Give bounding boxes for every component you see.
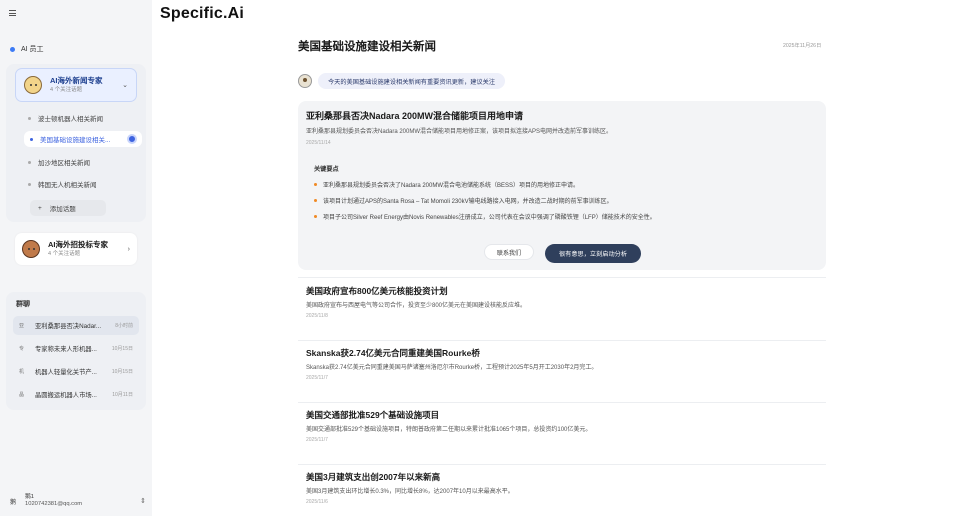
expert-subtitle: 4 个关注话题 (48, 251, 81, 257)
bullet-icon (314, 183, 317, 186)
group-chat-name: 亚利桑那县否决Nadar... (35, 323, 102, 330)
news-title[interactable]: 美国3月建筑支出创2007年以来新高 (306, 471, 826, 483)
bullet-icon (28, 182, 31, 186)
expert-subtitle: 4 个关注话题 (50, 87, 83, 93)
news-desc: Skanska获2.74亿美元合同重建美国马萨诸塞州洛厄尔市Rourke桥，工程… (306, 365, 598, 371)
bot-message: 今天的美国基础设施建设相关新闻有重要资讯更新，建议关注 (318, 73, 506, 89)
topic-label: 美国基础设施建设相关... (40, 137, 111, 144)
divider (298, 277, 826, 278)
bullet-icon (28, 160, 31, 164)
news-title[interactable]: 美国政府宣布800亿美元核能投资计划 (306, 285, 826, 297)
user-name: 鹅1 (25, 494, 35, 500)
active-indicator-icon (127, 134, 137, 144)
group-chat-name: 机器人轻量化关节产... (35, 369, 97, 376)
avatar (22, 240, 40, 258)
topic-item[interactable]: 波士顿机器人相关新闻 (28, 113, 103, 123)
user-email: 1020742381@qq.com (25, 501, 83, 507)
topic-item-active[interactable]: 美国基础设施建设相关... (24, 131, 142, 147)
expert-card-bidding[interactable]: AI海外招投标专家 4 个关注话题 › (15, 233, 137, 265)
add-topic-button[interactable]: + 添加话题 (30, 200, 106, 216)
featured-news-card: 亚利桑那县否决Nadara 200MW混合储能项目用地申请 亚利桑那县规划委员会… (298, 101, 826, 270)
expert-card-news[interactable]: AI海外新闻专家 4 个关注话题 ⌄ (15, 68, 137, 102)
plus-icon: + (38, 204, 42, 212)
add-topic-label: 添加话题 (49, 206, 76, 213)
group-chat-date: 10月11日 (112, 392, 133, 398)
expert-name: AI海外招投标专家 (48, 240, 108, 249)
expert-name: AI海外新闻专家 (50, 76, 103, 85)
group-icon: 机 (19, 369, 25, 375)
sidebar: AI 员工 AI海外新闻专家 4 个关注话题 ⌄ 波士顿机器人相关新闻 美国基础… (0, 0, 152, 516)
news-item[interactable]: 美国交通部批准529个基础设施项目 美国交通部批准529个基础设施项目，特朗普政… (306, 409, 826, 443)
topic-label: 加沙地区相关新闻 (38, 160, 90, 167)
expand-collapse-icon[interactable]: ⇕ (140, 497, 146, 505)
featured-news-desc: 亚利桑那县规划委员会否决Nadara 200MW混合储能项目用地修正案，该项目拟… (306, 129, 613, 135)
ai-staff-label: AI 员工 (21, 46, 44, 53)
user-account[interactable]: 鹅 鹅1 1020742381@qq.com ⇕ (10, 494, 146, 508)
start-analysis-button[interactable]: 很有意思，立刻启动分析 (545, 244, 641, 263)
key-point: 项目子公司Silver Reef Energy由Novis Renewables… (314, 212, 656, 221)
group-chat-item[interactable]: 机 机器人轻量化关节产... 10月15日 (13, 362, 139, 381)
bullet-icon (28, 116, 31, 120)
featured-news-title[interactable]: 亚利桑那县否决Nadara 200MW混合储能项目用地申请 (306, 109, 523, 122)
bullet-icon (314, 215, 317, 218)
group-chat-item[interactable]: 晶 晶圆搬运机器人市场... 10月11日 (13, 385, 139, 404)
chevron-right-icon[interactable]: › (128, 246, 130, 253)
page-title: 美国基础设施建设相关新闻 (298, 41, 436, 53)
news-title[interactable]: Skanska获2.74亿美元合同重建美国Rourke桥 (306, 347, 826, 359)
key-point-text: 亚利桑那县规划委员会否决了Nadara 200MW混合电池储能系统（BESS）项… (323, 183, 580, 189)
contact-us-button[interactable]: 联系我们 (484, 244, 534, 260)
group-chat-title: 群聊 (16, 301, 30, 308)
key-points-title: 关键要点 (314, 166, 339, 173)
menu-icon[interactable] (9, 10, 16, 16)
news-item[interactable]: 美国3月建筑支出创2007年以来新高 美国3月建筑支出环比增长0.3%，同比增长… (306, 471, 826, 505)
news-desc: 美国3月建筑支出环比增长0.3%，同比增长8%，达2007年10月以来最高水平。 (306, 489, 514, 495)
group-icon: 亚 (19, 323, 25, 329)
group-chat-date: 8小时前 (115, 323, 133, 329)
group-icon: 晶 (19, 392, 25, 398)
news-item[interactable]: 美国政府宣布800亿美元核能投资计划 美国政府宣布与西屋电气等公司合作，投资至少… (306, 285, 826, 319)
group-chat-item[interactable]: 专 专家称未来人形机器... 10月15日 (13, 339, 139, 358)
group-chat-date: 10月15日 (111, 346, 133, 352)
news-desc: 美国政府宣布与西屋电气等公司合作，投资至少800亿美元在美国建设核能反应堆。 (306, 303, 527, 309)
avatar (24, 76, 42, 94)
group-chat-name: 专家称未来人形机器... (35, 346, 97, 353)
status-dot-icon (10, 46, 15, 52)
page-date: 2025年11月26日 (783, 43, 822, 49)
bot-avatar (298, 74, 312, 88)
news-date: 2025/11/7 (306, 375, 328, 381)
key-point-text: 该项目计划通过APS的Santa Rosa – Tat Momoli 230kV… (323, 199, 613, 205)
key-point-text: 项目子公司Silver Reef Energy由Novis Renewables… (323, 215, 656, 221)
group-icon: 专 (19, 346, 25, 352)
divider (298, 402, 826, 403)
key-point: 亚利桑那县规划委员会否决了Nadara 200MW混合电池储能系统（BESS）项… (314, 180, 579, 189)
group-chat-name: 晶圆搬运机器人市场... (35, 392, 97, 399)
user-avatar: 鹅 (10, 499, 17, 506)
key-point: 该项目计划通过APS的Santa Rosa – Tat Momoli 230kV… (314, 196, 613, 205)
featured-news-date: 2025/11/14 (306, 140, 331, 146)
topic-label: 韩国无人机相关新闻 (38, 182, 97, 189)
bullet-icon (30, 137, 33, 141)
bullet-icon (314, 199, 317, 202)
app-logo: Specific.Ai (160, 5, 245, 22)
group-chat-date: 10月15日 (111, 369, 133, 375)
news-title[interactable]: 美国交通部批准529个基础设施项目 (306, 409, 826, 421)
chevron-down-icon[interactable]: ⌄ (122, 81, 128, 89)
news-date: 2025/11/6 (306, 499, 328, 505)
news-date: 2025/11/8 (306, 313, 328, 319)
topic-item[interactable]: 加沙地区相关新闻 (28, 157, 90, 167)
topic-label: 波士顿机器人相关新闻 (38, 116, 103, 123)
group-chat-item[interactable]: 亚 亚利桑那县否决Nadar... 8小时前 (13, 316, 139, 335)
divider (298, 340, 826, 341)
news-desc: 美国交通部批准529个基础设施项目，特朗普政府第二任期以来累计批准1065个项目… (306, 427, 592, 433)
divider (298, 464, 826, 465)
ai-staff-section[interactable]: AI 员工 (10, 44, 44, 54)
news-item[interactable]: Skanska获2.74亿美元合同重建美国Rourke桥 Skanska获2.7… (306, 347, 826, 381)
news-date: 2025/11/7 (306, 437, 328, 443)
topic-item[interactable]: 韩国无人机相关新闻 (28, 179, 97, 189)
